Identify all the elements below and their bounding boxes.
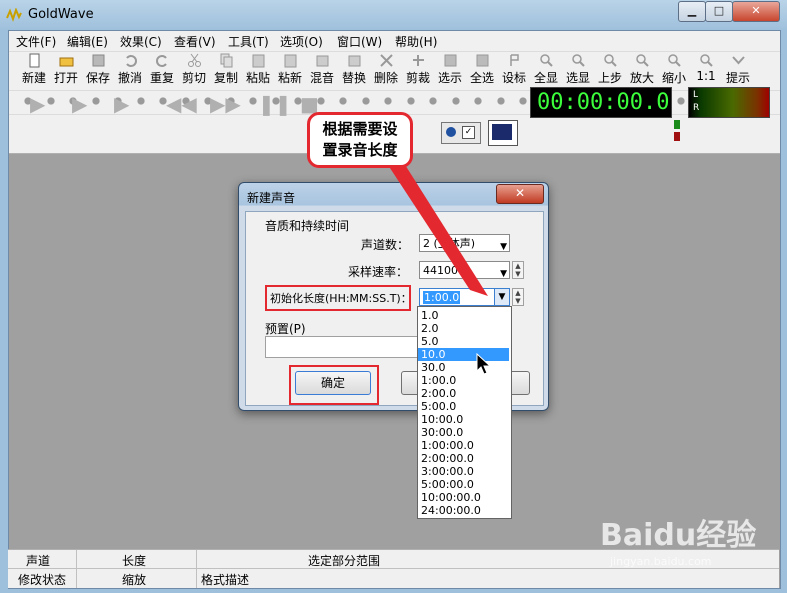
- status-modified: 修改状态: [18, 573, 67, 587]
- baidu-watermark: Baidu经验: [600, 518, 757, 553]
- status-length: 长度: [122, 554, 147, 568]
- status-selection-range: 选定部分范围: [308, 554, 381, 568]
- annotation-callout: 根据需要设 置录音长度: [307, 112, 413, 168]
- status-format: 格式描述: [201, 573, 250, 587]
- callout-line-2: 置录音长度: [322, 141, 398, 159]
- status-channel: 声道: [26, 554, 51, 568]
- callout-line-1: 根据需要设: [322, 120, 398, 138]
- app-window: GoldWave ▁ □ ✕ 文件(F) 编辑(E) 效果(C) 查看(V) 工…: [0, 0, 787, 593]
- status-zoom: 缩放: [122, 573, 147, 587]
- baidu-watermark-url: jingyan.baidu.com: [610, 555, 712, 568]
- callout-arrow: [388, 160, 488, 296]
